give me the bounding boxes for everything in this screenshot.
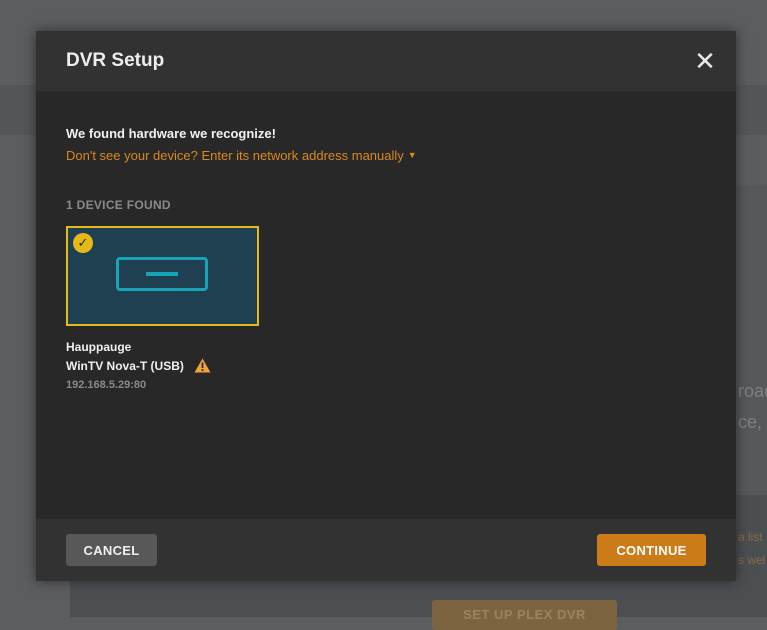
background-text-fragment: ce,	[738, 412, 763, 432]
warning-icon[interactable]	[194, 358, 211, 373]
background-setup-button-label: SET UP PLEX DVR	[463, 607, 586, 622]
cancel-button[interactable]: CANCEL	[66, 534, 157, 566]
continue-button[interactable]: CONTINUE	[597, 534, 706, 566]
dvr-setup-dialog: DVR Setup ✕ We found hardware we recogni…	[36, 31, 736, 581]
device-brand: Hauppauge	[66, 340, 132, 354]
dialog-title: DVR Setup	[66, 50, 165, 71]
device-count-label: 1 DEVICE FOUND	[66, 198, 171, 212]
check-icon: ✓	[73, 233, 93, 253]
caret-down-icon: ▼	[407, 150, 417, 160]
device-tile[interactable]: ✓	[66, 226, 259, 326]
background-text-fragment: s wel	[738, 553, 766, 567]
dialog-header: DVR Setup ✕	[36, 31, 736, 91]
close-icon[interactable]: ✕	[692, 48, 718, 74]
dialog-footer: CANCEL CONTINUE	[36, 519, 736, 581]
device-address: 192.168.5.29:80	[66, 379, 147, 391]
tuner-device-icon	[116, 257, 208, 291]
device-model: WinTV Nova-T (USB)	[66, 358, 184, 373]
background-text-fragment: roac	[738, 381, 767, 401]
background-text-fragment: a list	[738, 530, 763, 544]
found-hardware-message: We found hardware we recognize!	[66, 126, 276, 141]
dialog-body: We found hardware we recognize! Don't se…	[66, 126, 706, 391]
background-setup-button: SET UP PLEX DVR	[432, 600, 617, 630]
manual-address-link[interactable]: Don't see your device? Enter its network…	[66, 148, 417, 163]
device-model-row: WinTV Nova-T (USB)	[66, 358, 706, 373]
manual-address-link-label: Don't see your device? Enter its network…	[66, 148, 404, 163]
